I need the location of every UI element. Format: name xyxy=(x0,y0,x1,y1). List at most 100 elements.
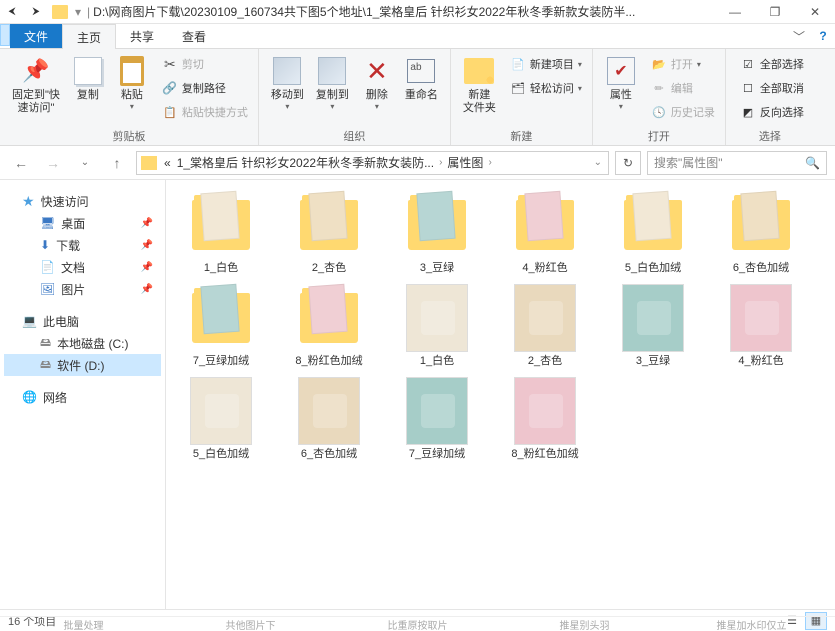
sidebar-thispc[interactable]: 💻此电脑 xyxy=(4,310,161,332)
crumb-overflow[interactable]: « xyxy=(161,156,174,170)
edit-button[interactable]: ✏编辑 xyxy=(647,77,719,99)
properties-icon: ✔ xyxy=(607,57,635,85)
tab-view[interactable]: 查看 xyxy=(168,24,220,48)
star-icon: ★ xyxy=(22,193,35,210)
sidebar-network[interactable]: 🌐网络 xyxy=(4,386,161,408)
image-item[interactable]: 5_白色加绒 xyxy=(176,376,266,461)
folder-item[interactable]: 1_白色 xyxy=(176,190,266,275)
sidebar-documents[interactable]: 📄文档📌 xyxy=(4,256,161,278)
taskbar-tab[interactable]: 批量处理 xyxy=(0,616,167,631)
cut-button[interactable]: ✂剪切 xyxy=(158,53,252,75)
image-item[interactable]: 7_豆绿加绒 xyxy=(392,376,482,461)
item-label: 1_白色 xyxy=(204,262,238,275)
folder-item[interactable]: 2_杏色 xyxy=(284,190,374,275)
history-back-small[interactable]: ⮜ xyxy=(3,3,21,21)
properties-button[interactable]: ✔属性▾ xyxy=(599,53,643,113)
image-item[interactable]: 6_杏色加绒 xyxy=(284,376,374,461)
path-icon: 🔗 xyxy=(162,80,178,96)
moveto-icon xyxy=(273,57,301,85)
folder-item[interactable]: 8_粉红色加绒 xyxy=(284,283,374,368)
sidebar-desktop[interactable]: 🖥桌面📌 xyxy=(4,212,161,234)
image-item[interactable]: 8_粉红色加绒 xyxy=(500,376,590,461)
chevron-down-icon[interactable]: ⌄ xyxy=(592,157,604,168)
picture-icon: 🖼 xyxy=(40,282,55,296)
chevron-right-icon: › xyxy=(486,157,493,168)
sidebar-disk-d[interactable]: 🖴软件 (D:) xyxy=(4,354,161,376)
refresh-button[interactable]: ↻ xyxy=(615,151,641,175)
breadcrumb[interactable]: « 1_棠格皇后 针织衫女2022年秋冬季新款女装防... › 属性图 › ⌄ xyxy=(136,151,609,175)
item-label: 4_粉红色 xyxy=(522,262,567,275)
search-input[interactable]: 搜索"属性图" 🔍 xyxy=(647,151,827,175)
taskbar-tab[interactable]: 共他图片下 xyxy=(167,616,334,631)
item-label: 2_杏色 xyxy=(528,355,562,368)
folder-item[interactable]: 3_豆绿 xyxy=(392,190,482,275)
image-item[interactable]: 1_白色 xyxy=(392,283,482,368)
easyaccess-button[interactable]: 🗂轻松访问▾ xyxy=(506,77,586,99)
sidebar-pictures[interactable]: 🖼图片📌 xyxy=(4,278,161,300)
sidebar: ★快速访问 🖥桌面📌 ⬇下载📌 📄文档📌 🖼图片📌 💻此电脑 🖴本地磁盘 (C:… xyxy=(0,180,166,609)
history-fwd-small[interactable]: ⮞ xyxy=(27,3,45,21)
image-item[interactable]: 2_杏色 xyxy=(500,283,590,368)
nav-recent[interactable]: ⌄ xyxy=(72,150,98,176)
help-button[interactable]: ? xyxy=(811,24,835,48)
menubar: 文件 主页 共享 查看 ﹀ ? xyxy=(0,24,835,49)
nav-up[interactable]: ↑ xyxy=(104,150,130,176)
tab-home[interactable]: 主页 xyxy=(62,24,116,49)
crumb-current[interactable]: 属性图 xyxy=(444,154,486,171)
close-button[interactable]: ✕ xyxy=(795,0,835,24)
history-button[interactable]: 🕓历史记录 xyxy=(647,101,719,123)
sidebar-downloads[interactable]: ⬇下载📌 xyxy=(4,234,161,256)
copy-button[interactable]: 复制 xyxy=(66,53,110,104)
sidebar-quickaccess[interactable]: ★快速访问 xyxy=(4,190,161,212)
scissors-icon: ✂ xyxy=(162,56,178,72)
rename-button[interactable]: 重命名 xyxy=(399,53,444,104)
group-label-clipboard: 剪贴板 xyxy=(6,128,252,143)
paste-button[interactable]: 粘贴 ▾ xyxy=(110,53,154,113)
selectall-icon: ☑ xyxy=(740,56,756,72)
item-label: 1_白色 xyxy=(420,355,454,368)
selectall-button[interactable]: ☑全部选择 xyxy=(736,53,808,75)
item-label: 4_粉红色 xyxy=(738,355,783,368)
crumb-parent[interactable]: 1_棠格皇后 针织衫女2022年秋冬季新款女装防... xyxy=(174,154,437,171)
minimize-button[interactable]: — xyxy=(715,0,755,24)
copyto-button[interactable]: 复制到▾ xyxy=(310,53,355,113)
copypath-button[interactable]: 🔗复制路径 xyxy=(158,77,252,99)
selectnone-button[interactable]: ☐全部取消 xyxy=(736,77,808,99)
pasteshortcut-button[interactable]: 📋粘贴快捷方式 xyxy=(158,101,252,123)
chevron-down-icon: ▾ xyxy=(130,102,134,111)
invertselection-button[interactable]: ◩反向选择 xyxy=(736,101,808,123)
delete-button[interactable]: ✕删除▾ xyxy=(355,53,399,113)
tab-share[interactable]: 共享 xyxy=(116,24,168,48)
folder-icon xyxy=(141,156,157,170)
nav-back[interactable]: ← xyxy=(8,150,34,176)
ribbon-collapse[interactable]: ﹀ xyxy=(787,24,811,48)
folder-item[interactable]: 6_杏色加绒 xyxy=(716,190,806,275)
newitem-button[interactable]: 📄新建项目▾ xyxy=(506,53,586,75)
taskbar-tab[interactable]: 比重原按取片 xyxy=(334,616,501,631)
image-item[interactable]: 3_豆绿 xyxy=(608,283,698,368)
folder-item[interactable]: 4_粉红色 xyxy=(500,190,590,275)
document-icon: 📄 xyxy=(40,260,55,274)
folder-icon xyxy=(52,5,68,19)
sidebar-disk-c[interactable]: 🖴本地磁盘 (C:) xyxy=(4,332,161,354)
download-icon: ⬇ xyxy=(40,238,50,252)
open-button[interactable]: 📂打开▾ xyxy=(647,53,719,75)
newfolder-button[interactable]: 新建 文件夹 xyxy=(457,53,502,117)
image-item[interactable]: 4_粉红色 xyxy=(716,283,806,368)
taskbar-tab[interactable]: 推星加水印仅立 xyxy=(668,616,835,631)
taskbar-tab[interactable]: 推星别头羽 xyxy=(501,616,668,631)
pin-to-quickaccess[interactable]: 📌 固定到"快 速访问" xyxy=(6,53,66,117)
delete-icon: ✕ xyxy=(366,56,388,87)
folder-item[interactable]: 7_豆绿加绒 xyxy=(176,283,266,368)
file-pane[interactable]: 1_白色2_杏色3_豆绿4_粉红色5_白色加绒6_杏色加绒7_豆绿加绒8_粉红色… xyxy=(166,180,835,609)
item-label: 7_豆绿加绒 xyxy=(409,448,465,461)
maximize-button[interactable]: ❐ xyxy=(755,0,795,24)
edge-selection xyxy=(0,24,10,46)
group-clipboard: 📌 固定到"快 速访问" 复制 粘贴 ▾ ✂剪切 🔗复制路径 📋粘贴快捷方式 剪… xyxy=(0,49,259,145)
tab-file[interactable]: 文件 xyxy=(10,24,62,48)
folder-item[interactable]: 5_白色加绒 xyxy=(608,190,698,275)
nav-forward[interactable]: → xyxy=(40,150,66,176)
moveto-button[interactable]: 移动到▾ xyxy=(265,53,310,113)
pin-icon: 📌 xyxy=(141,240,153,251)
pin-icon: 📌 xyxy=(141,218,153,229)
